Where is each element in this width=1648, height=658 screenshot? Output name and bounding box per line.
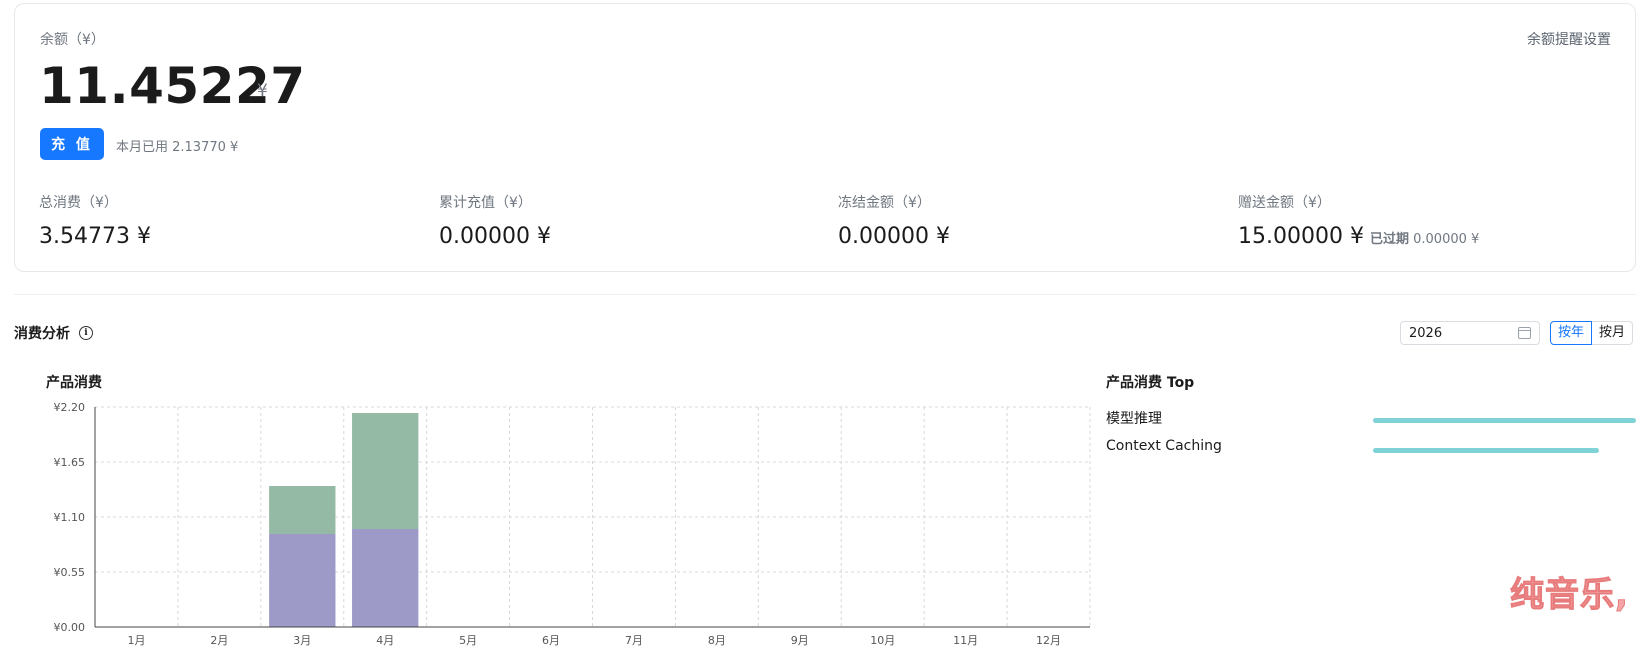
balance-unit: ¥ xyxy=(257,81,268,101)
analysis-title-text: 消费分析 xyxy=(14,326,70,342)
x-tick-label: 2月 xyxy=(210,634,228,647)
period-toggle: 按年 按月 xyxy=(1550,321,1634,345)
month-used-text: 本月已用 2.13770 ¥ xyxy=(116,140,239,155)
x-tick-label: 10月 xyxy=(870,634,895,647)
stat-label: 累计充值（¥） xyxy=(439,195,532,211)
product-consumption-chart: ¥0.00 ¥0.55 ¥1.10 ¥1.65 ¥2.20 1月 2月 3月 4月 5月 6月 7月 8… xyxy=(54,401,1091,647)
x-tick-label: 4月 xyxy=(376,634,394,647)
top-product-bar xyxy=(1373,418,1636,423)
chart-title: 产品消费 xyxy=(46,375,102,391)
gift-value: 15.00000 ¥ xyxy=(1238,224,1364,249)
x-tick-label: 7月 xyxy=(625,634,643,647)
bar-segment xyxy=(269,486,336,534)
expired-note: 已过期 0.00000 ¥ xyxy=(1370,232,1479,247)
watermark-text: 纯音乐, xyxy=(1510,575,1629,616)
bar-segment xyxy=(352,413,419,529)
recharge-button[interactable]: 充 值 xyxy=(40,128,104,160)
stat-value: 0.00000 ¥ xyxy=(439,224,551,249)
x-tick-label: 3月 xyxy=(293,634,311,647)
balance-alert-settings-link[interactable]: 余额提醒设置 xyxy=(1527,29,1611,49)
year-picker[interactable]: 2026 xyxy=(1400,321,1540,345)
x-tick-label: 9月 xyxy=(791,634,809,647)
analysis-title: 消费分析 i xyxy=(14,323,93,343)
stat-label: 赠送金额（¥） xyxy=(1238,195,1331,211)
balance-label: 余额（¥） xyxy=(40,32,105,48)
top-product-name: Context Caching xyxy=(1106,438,1222,454)
bar-segment xyxy=(352,529,419,627)
top-products-title: 产品消费 Top xyxy=(1106,375,1195,391)
toggle-by-month[interactable]: 按月 xyxy=(1592,321,1634,345)
x-tick-label: 12月 xyxy=(1036,634,1061,647)
x-tick-label: 1月 xyxy=(127,634,145,647)
y-tick-label: ¥1.10 xyxy=(54,511,86,524)
stat-value: 15.00000 ¥ 已过期 0.00000 ¥ xyxy=(1238,224,1479,249)
expired-label: 已过期 xyxy=(1369,232,1409,247)
stat-total-consumption: 总消费（¥） 3.54773 ¥ xyxy=(39,192,151,249)
y-tick-label: ¥2.20 xyxy=(54,401,86,414)
stat-label: 总消费（¥） xyxy=(39,195,118,211)
x-tick-label: 5月 xyxy=(459,634,477,647)
x-tick-label: 6月 xyxy=(542,634,560,647)
x-tick-label: 11月 xyxy=(953,634,978,647)
y-tick-label: ¥1.65 xyxy=(54,456,86,469)
section-divider xyxy=(14,294,1636,295)
toggle-by-year[interactable]: 按年 xyxy=(1550,321,1593,345)
top-product-name: 模型推理 xyxy=(1106,411,1162,427)
stat-gift-amount: 赠送金额（¥） 15.00000 ¥ 已过期 0.00000 ¥ xyxy=(1238,192,1479,249)
top-product-bar xyxy=(1373,448,1599,453)
stat-value: 3.54773 ¥ xyxy=(39,224,151,249)
y-tick-label: ¥0.00 xyxy=(54,621,86,634)
balance-card: 余额（¥） 余额提醒设置 11.45227 ¥ 充 值 本月已用 2.13770… xyxy=(14,3,1636,272)
stat-frozen-amount: 冻结金额（¥） 0.00000 ¥ xyxy=(838,192,950,249)
stat-total-recharge: 累计充值（¥） 0.00000 ¥ xyxy=(439,192,551,249)
stat-label: 冻结金额（¥） xyxy=(838,195,931,211)
stat-value: 0.00000 ¥ xyxy=(838,224,950,249)
info-icon[interactable]: i xyxy=(79,326,93,340)
y-tick-label: ¥0.55 xyxy=(54,566,86,579)
bar-segment xyxy=(269,534,336,627)
calendar-icon xyxy=(1518,327,1531,339)
x-tick-label: 8月 xyxy=(708,634,726,647)
expired-value: 0.00000 ¥ xyxy=(1413,232,1480,247)
year-picker-value: 2026 xyxy=(1409,325,1443,341)
